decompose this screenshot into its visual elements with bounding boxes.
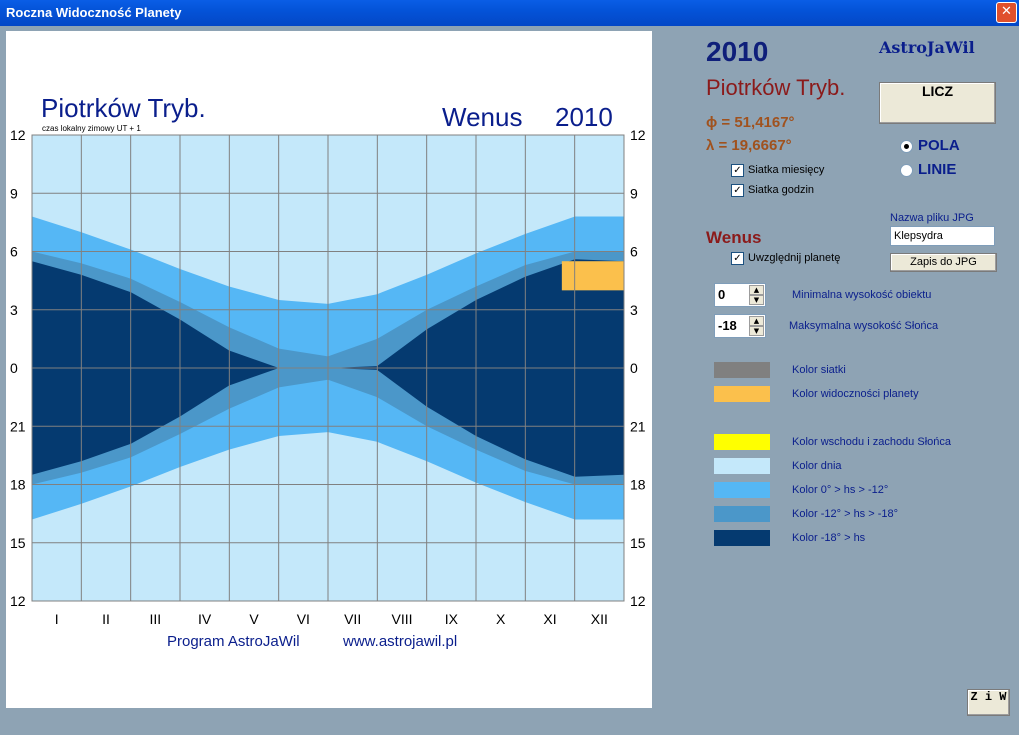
hour-tick-left: 18 [10,477,26,493]
jpg-filename-input[interactable]: Klepsydra [890,226,995,246]
chart-planet-name: Wenus [442,102,523,132]
close-button[interactable]: ✕ [996,2,1017,23]
month-tick: VIII [391,611,412,627]
include-planet-checkbox[interactable]: ✓ [731,252,744,265]
window-title: Roczna Widoczność Planety [6,5,182,20]
ziw-button[interactable]: Z i W [967,689,1010,716]
month-tick: XI [543,611,556,627]
place-heading: Piotrków Tryb. [706,75,846,100]
month-tick: XII [591,611,608,627]
include-planet-label: Uwzględnij planetę [748,252,841,264]
month-tick: III [149,611,161,627]
legend-label-4: Kolor 0° > hs > -12° [792,484,889,496]
hour-tick-right: 12 [630,127,646,143]
lines-radio-label[interactable]: LINIE [918,161,956,178]
month-tick: IV [198,611,212,627]
hour-tick-left: 12 [10,593,26,609]
legend-label-3: Kolor dnia [792,460,842,472]
hour-tick-left: 21 [10,418,26,434]
hour-tick-left: 9 [10,185,18,201]
month-tick: I [55,611,59,627]
year-heading: 2010 [706,36,769,67]
fields-radio[interactable] [900,140,913,153]
month-grid-label: Siatka miesięcy [748,164,825,176]
legend-label-1: Kolor widoczności planety [792,388,919,400]
legend-swatch-4[interactable] [714,482,770,498]
planet-visibility-area [561,261,624,291]
hour-tick-right: 0 [630,360,638,376]
legend-swatch-3[interactable] [714,458,770,474]
max-sun-value: -18 [718,318,737,333]
hour-tick-left: 12 [10,127,26,143]
legend-swatch-0[interactable] [714,362,770,378]
legend-label-6: Kolor -18° > hs [792,532,866,544]
save-jpg-button[interactable]: Zapis do JPG [890,253,997,272]
month-tick: X [496,611,506,627]
brand-label: AstroJaWil [879,38,975,57]
latitude-readout: ϕ = 51,4167° [706,114,795,131]
month-tick: VI [297,611,310,627]
hour-tick-right: 9 [630,185,638,201]
min-height-down-button[interactable]: ▼ [749,295,764,305]
chart-place: Piotrków Tryb. [41,93,206,123]
min-height-up-button[interactable]: ▲ [749,285,764,295]
hour-tick-right: 12 [630,593,646,609]
max-sun-label: Maksymalna wysokość Słońca [789,320,939,332]
fields-radio-label[interactable]: POLA [918,137,960,154]
jpg-filename-label: Nazwa pliku JPG [890,212,974,224]
lines-radio[interactable] [900,164,913,177]
chart-time-note: czas lokalny zimowy UT + 1 [42,124,141,133]
hour-grid-checkbox[interactable]: ✓ [731,184,744,197]
planet-heading: Wenus [706,228,762,247]
chart-panel: 12 12 9 9 6 6 3 3 0 0 21 21 18 18 15 15 12 12 I II III IV V VI V… [6,31,652,708]
legend-label-5: Kolor -12° > hs > -18° [792,508,899,520]
max-sun-spinner[interactable]: -18 ▲ ▼ [714,314,766,338]
compute-button[interactable]: LICZ [879,82,996,124]
month-grid-checkbox[interactable]: ✓ [731,164,744,177]
hour-tick-right: 18 [630,477,646,493]
hour-tick-left: 15 [10,535,26,551]
chart-footer-program: Program AstroJaWil [167,633,300,650]
legend-swatch-2[interactable] [714,434,770,450]
hour-tick-left: 0 [10,360,18,376]
min-height-value: 0 [718,287,726,302]
hour-tick-right: 21 [630,418,646,434]
hour-grid-label: Siatka godzin [748,184,815,196]
hour-tick-right: 15 [630,535,646,551]
chart-year: 2010 [555,102,613,132]
month-tick: VII [344,611,361,627]
min-height-label: Minimalna wysokość obiektu [792,289,932,301]
chart-footer-url: www.astrojawil.pl [343,633,458,650]
legend-swatch-6[interactable] [714,530,770,546]
month-tick: II [102,611,110,627]
min-height-spinner[interactable]: 0 ▲ ▼ [714,283,766,307]
longitude-readout: λ = 19,6667° [706,137,792,154]
max-sun-down-button[interactable]: ▼ [749,326,764,336]
legend-label-2: Kolor wschodu i zachodu Słońca [792,436,951,448]
legend-swatch-5[interactable] [714,506,770,522]
title-bar: Roczna Widoczność Planety ✕ [0,0,1019,26]
legend-swatch-1[interactable] [714,386,770,402]
max-sun-up-button[interactable]: ▲ [749,316,764,326]
hour-tick-left: 3 [10,302,18,318]
month-tick: V [249,611,259,627]
legend-label-0: Kolor siatki [792,364,846,376]
month-tick: IX [445,611,459,627]
hour-tick-right: 6 [630,244,638,260]
hour-tick-right: 3 [630,302,638,318]
hour-tick-left: 6 [10,244,18,260]
